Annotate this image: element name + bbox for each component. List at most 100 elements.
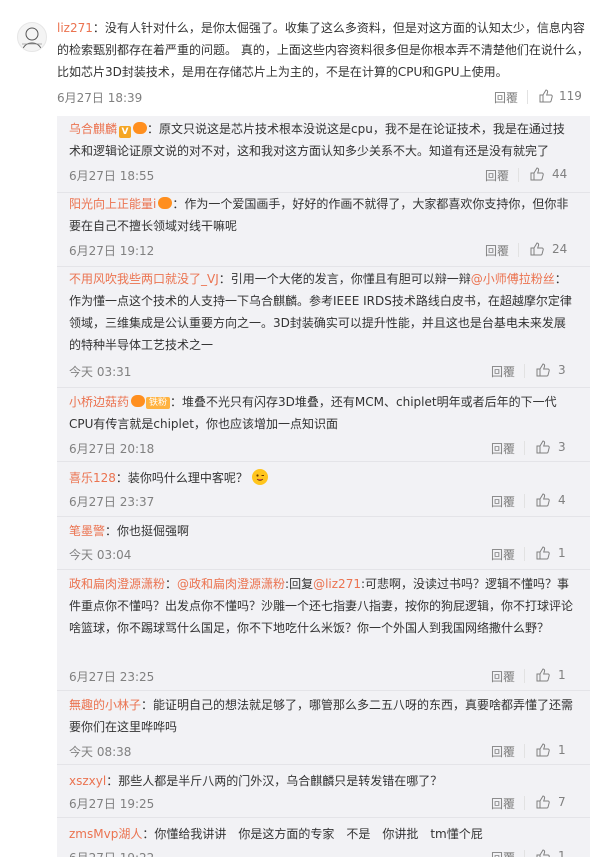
thumbs-up-icon[interactable]	[535, 742, 551, 758]
main-comment-date: 6月27日 18:39	[57, 91, 143, 105]
reply-date: 6月27日 23:25	[69, 670, 155, 684]
like-count: 3	[558, 440, 566, 454]
reply-button[interactable]: 回覆	[485, 167, 509, 184]
reply-list: 乌合麒麟 V ：原文只说这是芯片技术根本没说这是cpu，我不是在论证技术，我是在通过…	[57, 116, 590, 857]
divider	[524, 364, 525, 378]
reply-body: ：装你吗什么理中客呢？	[115, 471, 248, 485]
thumbs-up-icon[interactable]	[535, 492, 551, 508]
reply-text: 喜乐128：装你吗什么理中客呢？	[69, 467, 574, 489]
list-item: 不用风吹我些两口就没了_VJ：引用一个大佬的发言，你懂且有胆可以辩一辩@小师傅拉…	[57, 267, 590, 387]
main-comment: liz271：没有人针对什么，是你太倔强了。收集了这么多资料，但是对这方面的认知…	[0, 0, 600, 116]
divider	[524, 441, 525, 455]
list-item: 乌合麒麟 V ：原文只说这是芯片技术根本没说这是cpu，我不是在论证技术，我是在通过…	[57, 116, 590, 192]
reply-body: ：那些人都是半斤八两的门外汉，乌合麒麟只是转发错在哪了？	[106, 774, 443, 788]
reply-text: zmsMvp湖人：你懂给我讲讲 你是这方面的专家 不是 你讲批 tm懂个屁	[69, 823, 574, 845]
list-item: zmsMvp湖人：你懂给我讲讲 你是这方面的专家 不是 你讲批 tm懂个屁 6月…	[57, 818, 590, 857]
reply-body: ：你懂给我讲讲 你是这方面的专家 不是 你讲批 tm懂个屁	[142, 827, 483, 841]
reply-date: 6月27日 19:22	[69, 849, 154, 857]
reply-text: 政和扁肉澄源潇粉：@政和扁肉澄源潇粉:回复@liz271:可悲啊，没读过书吗？逻…	[69, 573, 574, 639]
thumbs-up-icon[interactable]	[535, 439, 551, 455]
list-item: xszxyl：那些人都是半斤八两的门外汉，乌合麒麟只是转发错在哪了？ 6月27日…	[57, 765, 590, 817]
reply-text: 笔墨警：你也挺倔强啊	[69, 520, 574, 542]
like-count: 44	[552, 167, 568, 181]
main-comment-reply-button[interactable]: 回覆	[494, 89, 518, 106]
reply-date: 6月27日 18:55	[69, 169, 155, 183]
reply-text: xszxyl：那些人都是半斤八两的门外汉，乌合麒麟只是转发错在哪了？	[69, 770, 574, 792]
reply-button[interactable]: 回覆	[491, 743, 515, 760]
reply-text: 阳光向上正能量i ：作为一个爱国画手，好好的作画不就得了，大家都喜欢你支持你，但你…	[69, 193, 574, 237]
divider	[527, 90, 528, 104]
like-count: 3	[558, 363, 566, 377]
list-item: 小桥边菇药 铁粉 ：堆叠不光只有闪存3D堆叠，还有MCM、chiplet明年或者后年…	[57, 388, 590, 461]
reply-username[interactable]: xszxyl	[69, 774, 106, 788]
like-count: 1	[558, 743, 566, 757]
reply-body: ：你也挺倔强啊	[105, 524, 190, 538]
avatar[interactable]	[17, 22, 47, 52]
thumbs-up-icon[interactable]	[535, 794, 551, 810]
reply-button[interactable]: 回覆	[485, 242, 509, 259]
mention-link[interactable]: @liz271	[313, 577, 361, 591]
reply-button[interactable]: 回覆	[491, 546, 515, 563]
reply-date: 今天 03:04	[69, 548, 132, 562]
thumbs-up-icon[interactable]	[535, 667, 551, 683]
fan-badge-icon	[133, 122, 148, 134]
reply-username[interactable]: 阳光向上正能量i	[69, 197, 156, 211]
reply-body: ：能证明自己的想法就足够了，哪管那么多二五八呀的东西，真要啥都弄懂了还需要你们在…	[69, 698, 574, 734]
wink-emoji-icon	[251, 469, 268, 485]
divider	[518, 243, 519, 257]
reply-username[interactable]: 笔墨警	[69, 524, 105, 538]
list-item: 阳光向上正能量i ：作为一个爱国画手，好好的作画不就得了，大家都喜欢你支持你，但你…	[57, 193, 590, 266]
divider	[524, 796, 525, 810]
mention-link[interactable]: @小师傅拉粉丝	[471, 272, 555, 286]
reply-button[interactable]: 回覆	[491, 363, 515, 380]
divider	[524, 669, 525, 683]
thumbs-up-icon[interactable]	[535, 545, 551, 561]
reply-text: 無趣的小林子：能证明自己的想法就足够了，哪管那么多二五八呀的东西，真要啥都弄懂了…	[69, 694, 574, 738]
reply-username[interactable]: 無趣的小林子	[69, 698, 141, 712]
divider	[524, 494, 525, 508]
thumbs-up-icon[interactable]	[535, 362, 551, 378]
verified-badge-icon: V	[119, 126, 132, 138]
reply-username[interactable]: 不用风吹我些两口就没了_VJ	[69, 272, 219, 286]
divider	[524, 850, 525, 857]
reply-date: 6月27日 23:37	[69, 495, 155, 509]
main-comment-text: liz271：没有人针对什么，是你太倔强了。收集了这么多资料，但是对这方面的认知…	[57, 17, 590, 83]
reply-username[interactable]: zmsMvp湖人	[69, 827, 142, 841]
reply-username[interactable]: 乌合麒麟	[69, 122, 117, 136]
like-count: 24	[552, 242, 568, 256]
divider	[524, 547, 525, 561]
thumbs-up-icon[interactable]	[529, 166, 545, 182]
reply-username[interactable]: 小桥边菇药	[69, 395, 129, 409]
list-item: 喜乐128：装你吗什么理中客呢？ 6月27日 23:37 回覆 4	[57, 462, 590, 516]
reply-date: 6月27日 19:25	[69, 797, 155, 811]
like-count: 7	[558, 795, 566, 809]
like-count: 4	[558, 493, 566, 507]
like-count: 1	[558, 849, 566, 857]
fan-badge-icon	[131, 395, 146, 407]
divider	[524, 744, 525, 758]
reply-body: ：引用一个大佬的发言，你懂且有胆可以辩一辩	[218, 272, 471, 286]
mention-link[interactable]: @政和扁肉澄源潇粉	[177, 577, 285, 591]
reply-body: ：	[165, 577, 178, 591]
reply-date: 6月27日 19:12	[69, 244, 155, 258]
divider	[518, 168, 519, 182]
main-comment-like-count: 119	[559, 89, 582, 103]
thumbs-up-icon[interactable]	[538, 88, 554, 104]
reply-username[interactable]: 政和扁肉澄源潇粉	[69, 577, 165, 591]
main-comment-body: ：没有人针对什么，是你太倔强了。收集了这么多资料，但是对这方面的认知太少，信息内…	[57, 21, 589, 79]
reply-button[interactable]: 回覆	[491, 493, 515, 510]
reply-button[interactable]: 回覆	[491, 440, 515, 457]
thumbs-up-icon[interactable]	[535, 848, 551, 857]
reply-text: 小桥边菇药 铁粉 ：堆叠不光只有闪存3D堆叠，还有MCM、chiplet明年或者后年…	[69, 391, 574, 435]
reply-button[interactable]: 回覆	[491, 795, 515, 812]
fan-level-badge: 铁粉	[146, 397, 171, 409]
fan-badge-icon	[158, 197, 173, 209]
main-comment-username[interactable]: liz271	[57, 21, 93, 35]
thumbs-up-icon[interactable]	[529, 241, 545, 257]
reply-button[interactable]: 回覆	[491, 849, 515, 857]
reply-date: 今天 08:38	[69, 745, 132, 759]
like-count: 1	[558, 668, 566, 682]
list-item: 笔墨警：你也挺倔强啊 今天 03:04 回覆 1	[57, 517, 590, 569]
reply-username[interactable]: 喜乐128	[69, 471, 116, 485]
reply-button[interactable]: 回覆	[491, 668, 515, 685]
